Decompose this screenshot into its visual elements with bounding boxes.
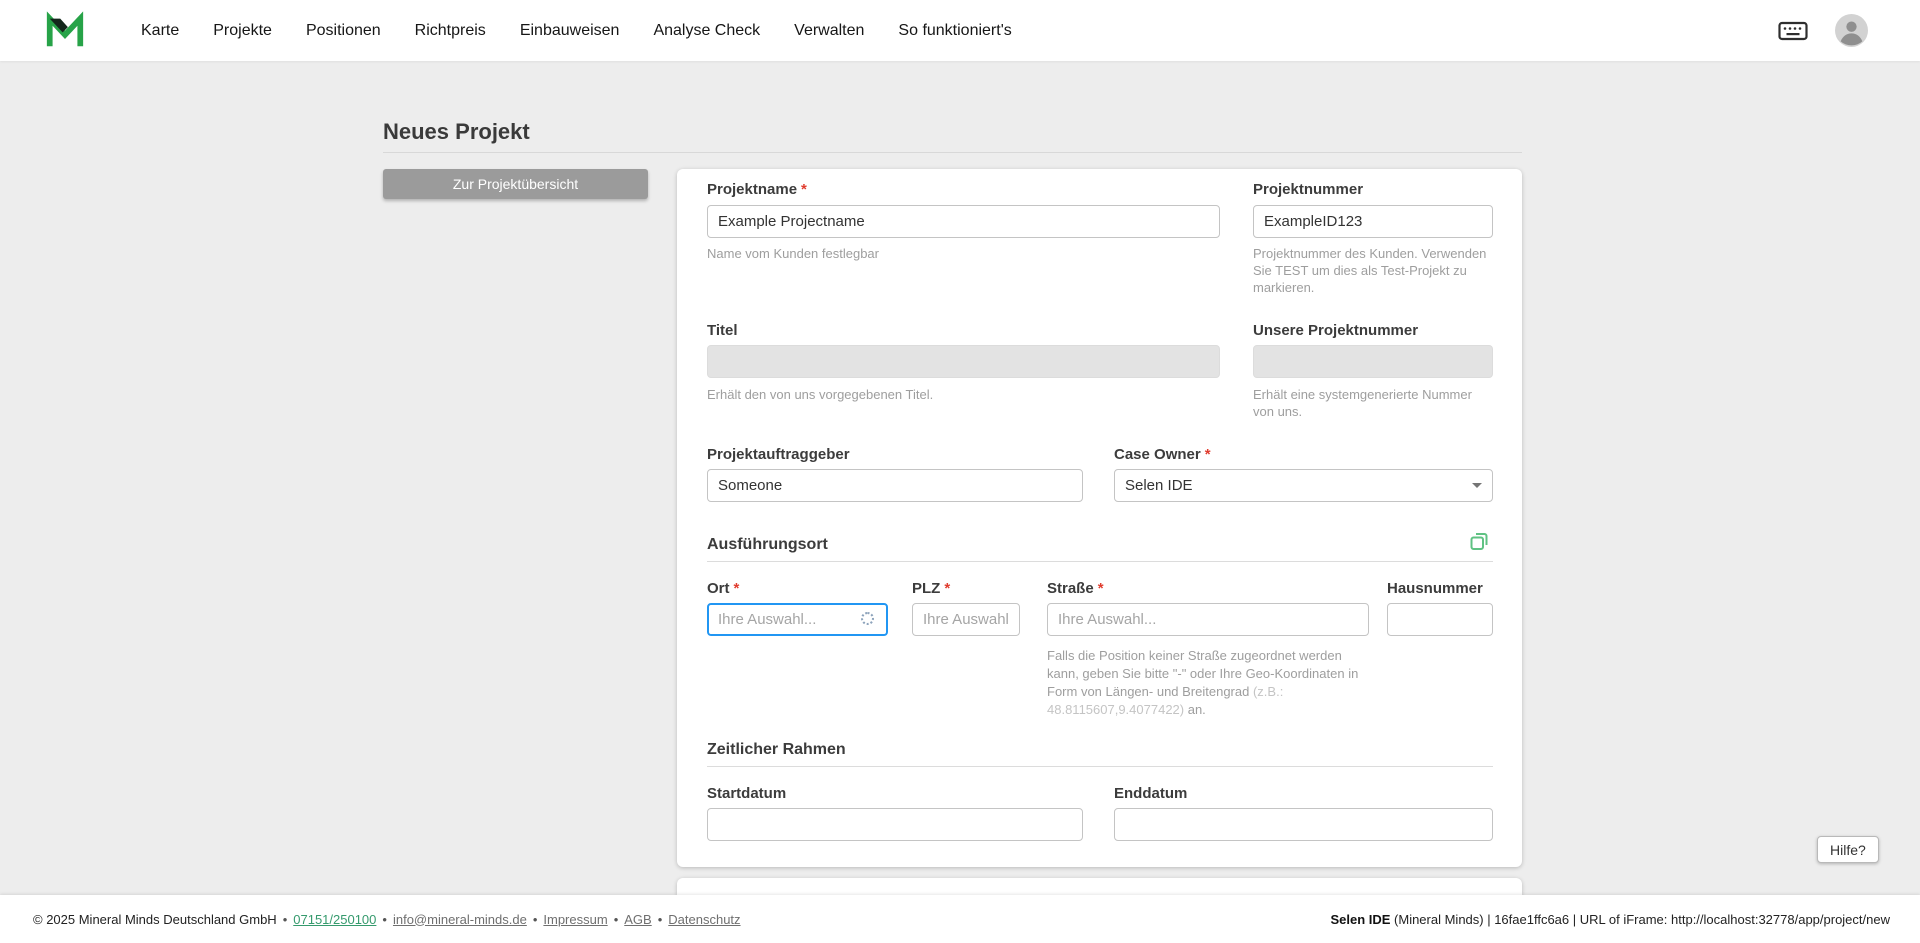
- case-owner-label: Case Owner*: [1114, 446, 1211, 464]
- mineral-minds-logo-icon: [44, 10, 86, 52]
- titel-label: Titel: [707, 322, 738, 340]
- ort-label-text: Ort: [707, 580, 730, 597]
- strasse-label-text: Straße: [1047, 580, 1094, 597]
- user-avatar[interactable]: [1835, 14, 1868, 47]
- strasse-helper-main: Falls die Position keiner Straße zugeord…: [1047, 648, 1358, 699]
- page-title: Neues Projekt: [383, 119, 530, 145]
- projektname-label: Projektname*: [707, 181, 807, 199]
- nav-item-einbauweisen[interactable]: Einbauweisen: [520, 22, 620, 40]
- footer-separator: •: [658, 912, 663, 927]
- plz-label-text: PLZ: [912, 580, 940, 597]
- footer-separator: •: [283, 912, 288, 927]
- footer-separator: •: [382, 912, 387, 927]
- startdatum-input[interactable]: [707, 808, 1083, 841]
- section-zeitlicher-rahmen-title: Zeitlicher Rahmen: [707, 741, 846, 759]
- projektauftraggeber-input[interactable]: [707, 469, 1083, 502]
- hausnummer-input[interactable]: [1387, 603, 1493, 636]
- navbar-right: [1778, 14, 1868, 47]
- projektnummer-input[interactable]: [1253, 205, 1493, 238]
- strasse-helper: Falls die Position keiner Straße zugeord…: [1047, 647, 1369, 719]
- top-navbar: Karte Projekte Positionen Richtpreis Ein…: [0, 0, 1920, 61]
- case-owner-select[interactable]: Selen IDE: [1114, 469, 1493, 502]
- titel-helper: Erhält den von uns vorgegebenen Titel.: [707, 386, 1220, 403]
- next-form-card-partial: [677, 878, 1522, 895]
- nav-item-analyse-check[interactable]: Analyse Check: [653, 22, 760, 40]
- required-asterisk: *: [734, 580, 740, 597]
- projektname-label-text: Projektname: [707, 181, 797, 198]
- required-asterisk: *: [944, 580, 950, 597]
- plz-label: PLZ*: [912, 580, 950, 598]
- nav-item-verwalten[interactable]: Verwalten: [794, 22, 864, 40]
- agb-link[interactable]: AGB: [624, 912, 651, 927]
- session-info: Selen IDE (Mineral Minds) | 16fae1ffc6a6…: [1330, 912, 1890, 927]
- case-owner-label-text: Case Owner: [1114, 446, 1201, 463]
- section-divider: [707, 561, 1493, 562]
- projektnummer-label: Projektnummer: [1253, 181, 1363, 199]
- email-link[interactable]: info@mineral-minds.de: [393, 912, 527, 927]
- projektname-input[interactable]: [707, 205, 1220, 238]
- case-owner-selected-value: Selen IDE: [1125, 477, 1193, 494]
- footer-separator: •: [614, 912, 619, 927]
- datenschutz-link[interactable]: Datenschutz: [668, 912, 740, 927]
- footer: © 2025 Mineral Minds Deutschland GmbH • …: [0, 895, 1920, 943]
- session-user: Selen IDE: [1330, 912, 1390, 927]
- copy-icon[interactable]: [1467, 529, 1491, 553]
- session-details: (Mineral Minds) | 16fae1ffc6a6 | URL of …: [1390, 912, 1890, 927]
- loading-spinner-icon: [861, 612, 874, 625]
- nav-item-projekte[interactable]: Projekte: [213, 22, 272, 40]
- footer-left: © 2025 Mineral Minds Deutschland GmbH • …: [33, 912, 741, 927]
- hausnummer-label: Hausnummer: [1387, 580, 1483, 598]
- ort-label: Ort*: [707, 580, 739, 598]
- projektname-helper: Name vom Kunden festlegbar: [707, 245, 1220, 262]
- unsere-projektnummer-input: [1253, 345, 1493, 378]
- help-button[interactable]: Hilfe?: [1817, 836, 1879, 863]
- section-divider: [707, 766, 1493, 767]
- unsere-projektnummer-label: Unsere Projektnummer: [1253, 322, 1418, 340]
- required-asterisk: *: [801, 181, 807, 198]
- phone-link[interactable]: 07151/250100: [293, 912, 376, 927]
- startdatum-label: Startdatum: [707, 785, 786, 803]
- titel-input: [707, 345, 1220, 378]
- required-asterisk: *: [1205, 446, 1211, 463]
- required-asterisk: *: [1098, 580, 1104, 597]
- impressum-link[interactable]: Impressum: [543, 912, 607, 927]
- back-to-project-overview-button[interactable]: Zur Projektübersicht: [383, 169, 648, 199]
- strasse-label: Straße*: [1047, 580, 1104, 598]
- footer-separator: •: [533, 912, 538, 927]
- strasse-input[interactable]: [1047, 603, 1369, 636]
- nav-item-positionen[interactable]: Positionen: [306, 22, 381, 40]
- keyboard-icon[interactable]: [1778, 20, 1808, 42]
- main-nav: Karte Projekte Positionen Richtpreis Ein…: [141, 22, 1012, 40]
- enddatum-input[interactable]: [1114, 808, 1493, 841]
- copyright-text: © 2025 Mineral Minds Deutschland GmbH: [33, 912, 277, 927]
- title-divider: [383, 152, 1522, 153]
- enddatum-label: Enddatum: [1114, 785, 1187, 803]
- plz-input[interactable]: [912, 603, 1020, 636]
- app-logo[interactable]: [44, 10, 86, 52]
- nav-item-richtpreis[interactable]: Richtpreis: [415, 22, 486, 40]
- unsere-projektnummer-helper: Erhält eine systemgenerierte Nummer von …: [1253, 386, 1493, 420]
- chevron-down-icon: [1472, 483, 1482, 488]
- nav-item-so-funktionierts[interactable]: So funktioniert's: [898, 22, 1011, 40]
- section-ausfuehrungsort-title: Ausführungsort: [707, 536, 828, 554]
- projektauftraggeber-label: Projektauftraggeber: [707, 446, 850, 464]
- strasse-helper-end: an.: [1184, 702, 1206, 717]
- projektnummer-helper: Projektnummer des Kunden. Verwenden Sie …: [1253, 245, 1493, 296]
- nav-item-karte[interactable]: Karte: [141, 22, 179, 40]
- new-project-form-card: Projektname* Name vom Kunden festlegbar …: [677, 169, 1522, 867]
